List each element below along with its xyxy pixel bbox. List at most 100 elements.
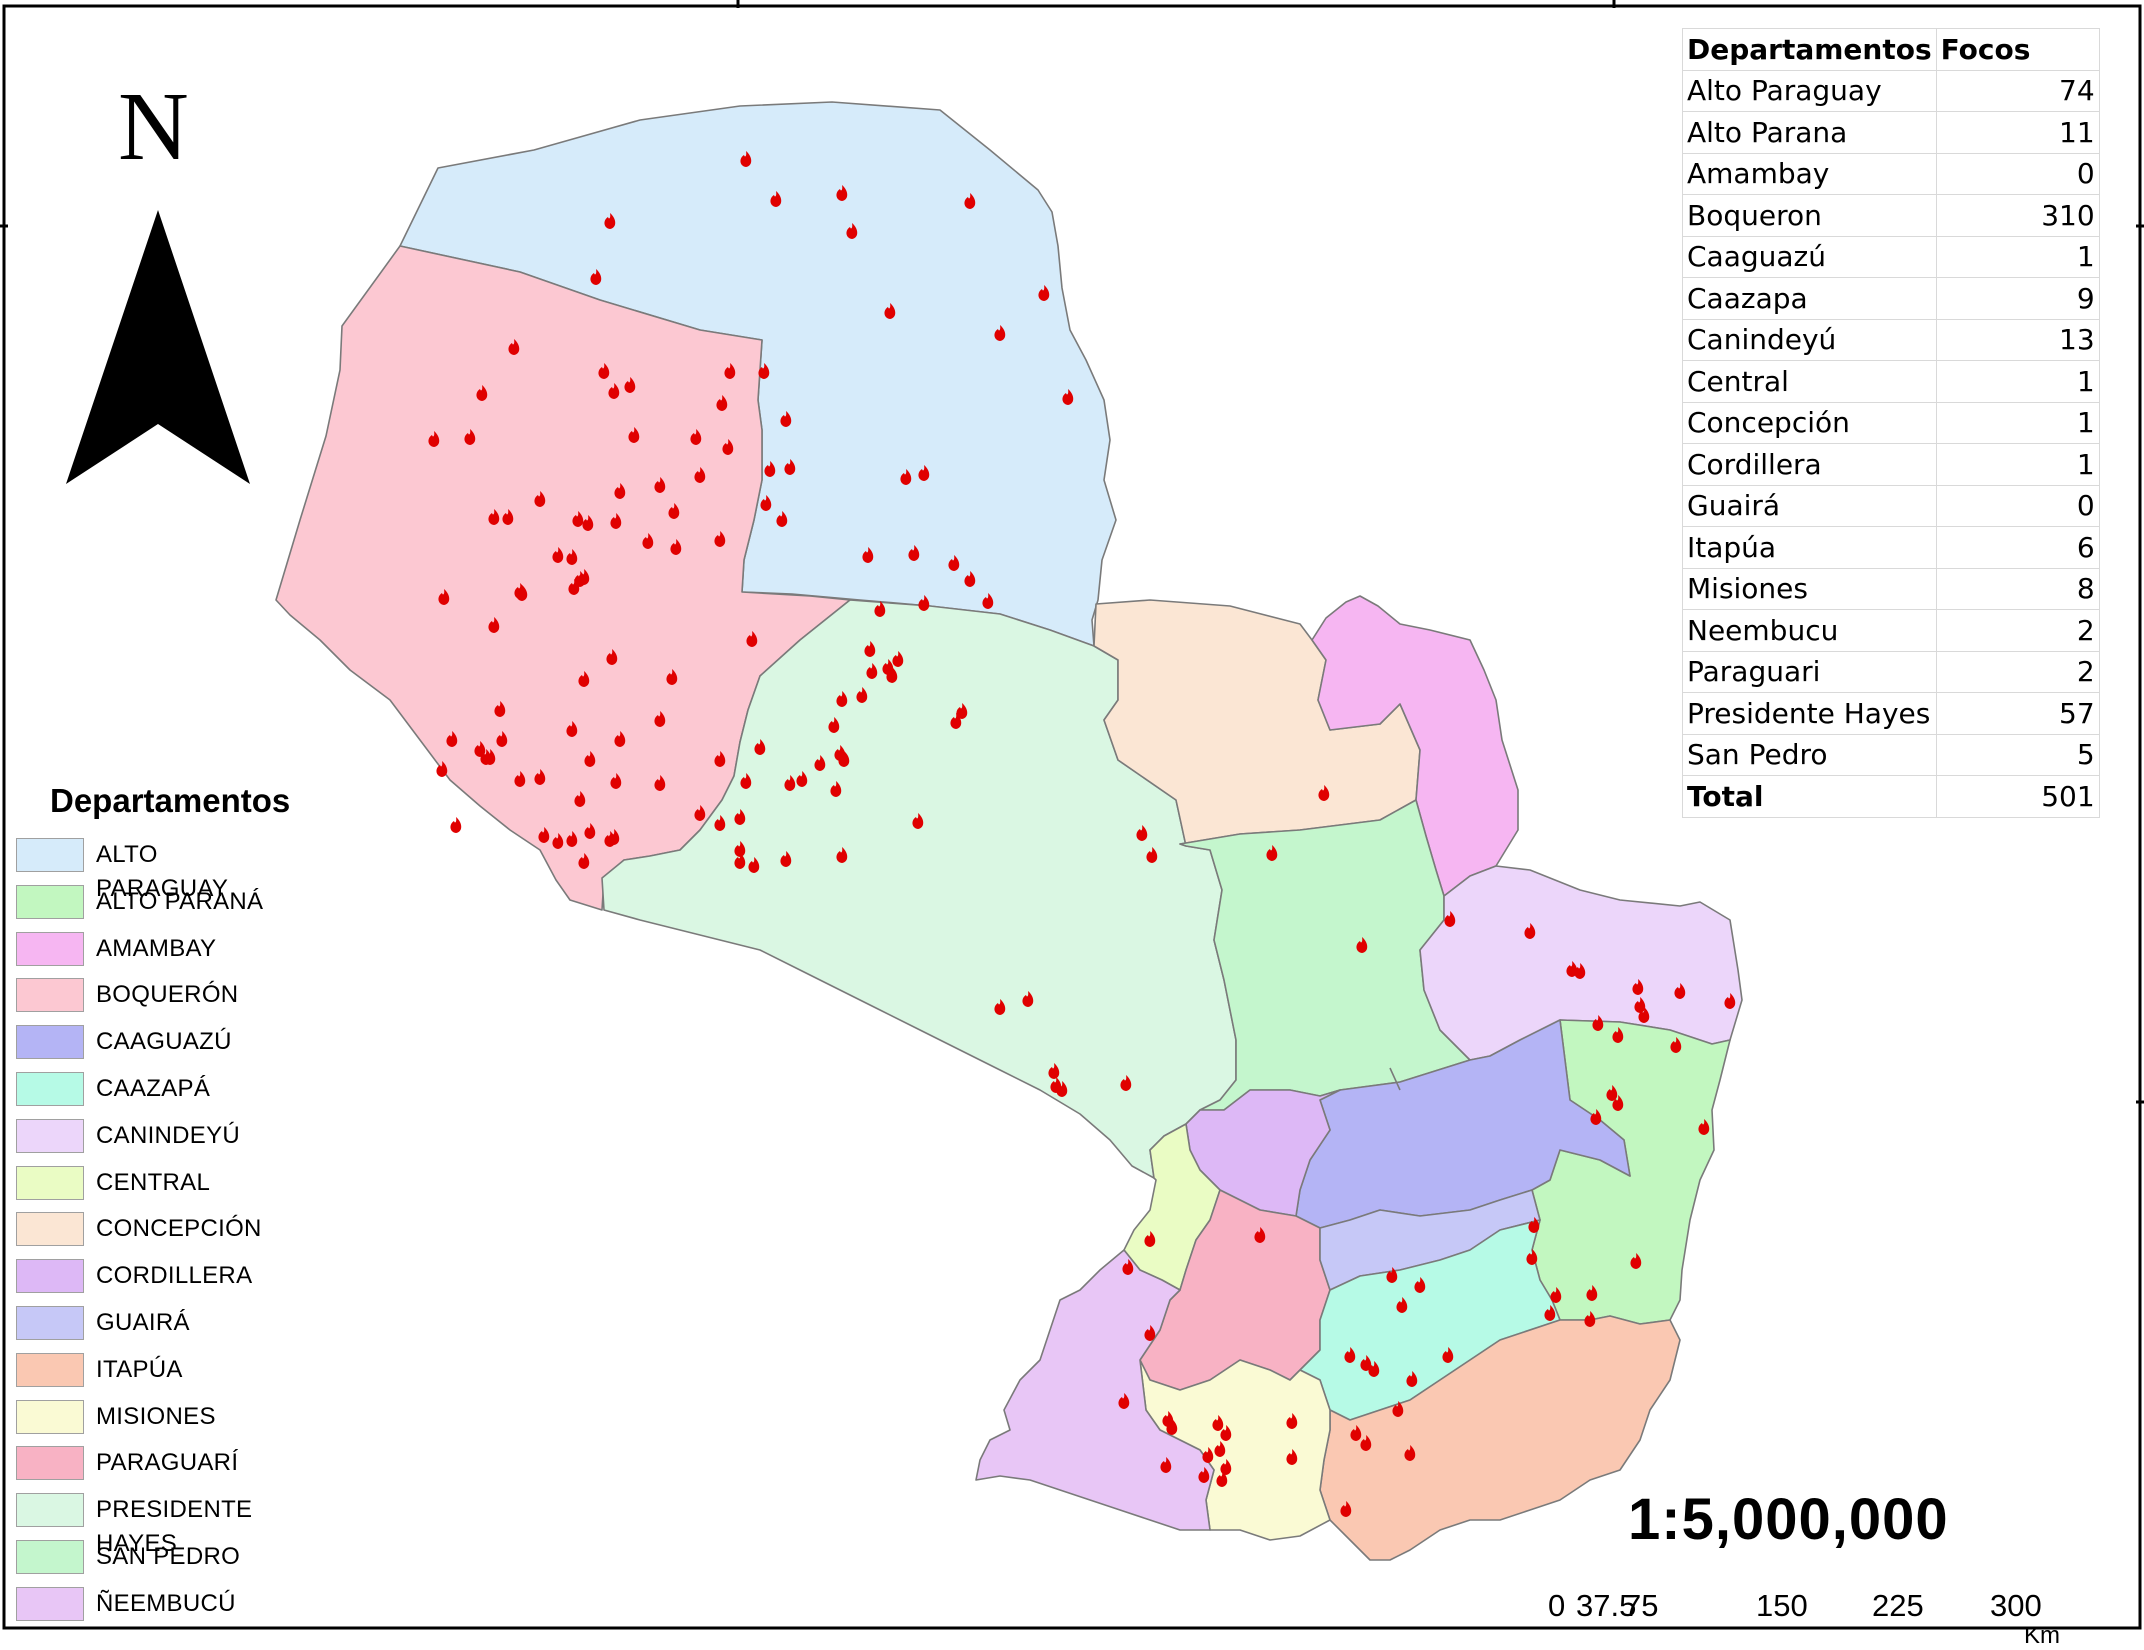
legend-label: CORDILLERA — [96, 1262, 253, 1290]
table-cell-departamento: Central — [1682, 360, 1937, 403]
legend-item: ALTO PARAGUAY — [14, 838, 290, 902]
table-row: Itapúa 6 — [1682, 526, 2100, 569]
table-cell-departamento: Paraguari — [1682, 650, 1937, 693]
legend-item: PARAGUARÍ — [14, 1446, 290, 1493]
table-cell-departamento: Caazapa — [1682, 277, 1937, 320]
table-cell-focos: 1 — [1935, 443, 2100, 486]
table-row: Central 1 — [1682, 360, 2100, 403]
legend-item: SAN PEDRO — [14, 1539, 290, 1587]
table-header-focos: Focos — [1935, 28, 2100, 71]
table-cell-focos: 2 — [1935, 650, 2100, 693]
table-cell-departamento: Amambay — [1682, 152, 1937, 195]
table-cell-departamento: Itapúa — [1682, 526, 1937, 569]
table-row: Alto Parana 11 — [1682, 111, 2100, 154]
legend-label: CENTRAL — [96, 1168, 211, 1196]
table-cell-focos: 0 — [1935, 484, 2100, 527]
table-cell-focos: 2 — [1935, 609, 2100, 652]
legend-swatch — [16, 1586, 84, 1621]
legend-label: GUAIRÁ — [96, 1308, 190, 1336]
legend-item: ALTO PARANÁ — [14, 884, 290, 932]
legend-label: SAN PEDRO — [96, 1542, 241, 1570]
scale-tick-label: 0 — [1548, 1588, 1566, 1623]
legend-item: CORDILLERA — [14, 1259, 290, 1306]
table-row: Boqueron 310 — [1682, 194, 2100, 237]
table-row: Alto Paraguay 74 — [1682, 69, 2100, 112]
table-row: Amambay 0 — [1682, 152, 2100, 195]
legend-item: PRESIDENTE HAYES — [14, 1493, 290, 1557]
table-row: Misiones 8 — [1682, 567, 2100, 610]
legend-items: ALTO PARAGUAY ALTO PARANÁ AMAMBAY BOQUERÓN C… — [14, 838, 290, 1634]
legend-item: CENTRAL — [14, 1165, 290, 1213]
legend-swatch — [16, 1165, 84, 1200]
table-cell-focos: 13 — [1935, 318, 2100, 361]
table-cell-departamento: Presidente Hayes — [1682, 692, 1937, 735]
table-row: Guairá 0 — [1682, 484, 2100, 527]
table-cell-departamento: Alto Paraguay — [1682, 69, 1937, 112]
legend-swatch — [16, 931, 84, 966]
legend-swatch — [16, 1446, 84, 1481]
table-cell-focos: 74 — [1935, 69, 2100, 112]
table-row: Concepción 1 — [1682, 401, 2100, 444]
legend-label: CAAGUAZÚ — [96, 1028, 232, 1056]
legend-swatch — [16, 1493, 84, 1528]
legend: Departamentos ALTO PARAGUAY ALTO PARANÁ AM… — [14, 782, 290, 1634]
table-cell-departamento: Misiones — [1682, 567, 1937, 610]
table-row: Paraguari 2 — [1682, 650, 2100, 693]
legend-label: BOQUERÓN — [96, 981, 239, 1009]
table-cell-focos: 6 — [1935, 526, 2100, 569]
table-row: Caaguazú 1 — [1682, 235, 2100, 278]
legend-label: ALTO PARANÁ — [96, 887, 264, 915]
legend-label: CANINDEYÚ — [96, 1121, 241, 1149]
legend-swatch — [16, 1118, 84, 1153]
legend-label: AMAMBAY — [96, 934, 217, 962]
legend-item: MISIONES — [14, 1399, 290, 1447]
table-header-row: Departamentos Focos — [1682, 28, 2100, 71]
table-cell-focos: 57 — [1935, 692, 2100, 735]
table-cell-departamento: Concepción — [1682, 401, 1937, 444]
legend-swatch — [16, 1305, 84, 1340]
table-cell-departamento: Neembucu — [1682, 609, 1937, 652]
table-cell-focos: 0 — [1935, 152, 2100, 195]
legend-swatch — [16, 1399, 84, 1434]
table-cell-focos: 1 — [1935, 401, 2100, 444]
legend-title: Departamentos — [50, 782, 291, 819]
legend-item: CONCEPCIÓN — [14, 1212, 290, 1259]
legend-item: ÑEEMBUCÚ — [14, 1586, 290, 1634]
legend-item: CAAZAPÁ — [14, 1071, 290, 1119]
table-total-value: 501 — [1935, 775, 2100, 818]
table-cell-departamento: Canindeyú — [1682, 318, 1937, 361]
legend-swatch — [16, 1212, 84, 1247]
legend-swatch — [16, 1071, 84, 1106]
legend-swatch — [16, 884, 84, 919]
table-cell-focos: 5 — [1935, 733, 2100, 776]
table-cell-departamento: Alto Parana — [1682, 111, 1937, 154]
legend-swatch — [16, 978, 84, 1013]
scale-tick-label: 150 — [1756, 1588, 1808, 1623]
table-cell-departamento: Boqueron — [1682, 194, 1937, 237]
scale-ratio: 1:5,000,000 — [1628, 1487, 1949, 1552]
table-cell-focos: 1 — [1935, 235, 2100, 278]
fire-icon — [450, 817, 462, 833]
legend-item: CAAGUAZÚ — [14, 1025, 290, 1072]
table-cell-focos: 1 — [1935, 360, 2100, 403]
legend-item: AMAMBAY — [14, 931, 290, 979]
scale-unit-label: Km — [2024, 1622, 2060, 1649]
legend-item: CANINDEYÚ — [14, 1118, 290, 1166]
table-row: Neembucu 2 — [1682, 609, 2100, 652]
legend-swatch — [16, 1352, 84, 1387]
legend-label: ITAPÚA — [96, 1355, 183, 1383]
legend-swatch — [16, 1259, 84, 1294]
table-row: San Pedro 5 — [1682, 733, 2100, 776]
table-cell-departamento: Guairá — [1682, 484, 1937, 527]
scale-tick-label: 75 — [1624, 1588, 1659, 1623]
legend-swatch — [16, 1539, 84, 1574]
legend-item: GUAIRÁ — [14, 1305, 290, 1353]
legend-label: ÑEEMBUCÚ — [96, 1589, 236, 1617]
legend-swatch — [16, 838, 84, 872]
table-row: Caazapa 9 — [1682, 277, 2100, 320]
legend-swatch — [16, 1025, 84, 1060]
north-letter: N — [118, 73, 189, 181]
table-cell-focos: 310 — [1935, 194, 2100, 237]
table-total-label: Total — [1682, 775, 1937, 818]
legend-label: MISIONES — [96, 1402, 216, 1430]
